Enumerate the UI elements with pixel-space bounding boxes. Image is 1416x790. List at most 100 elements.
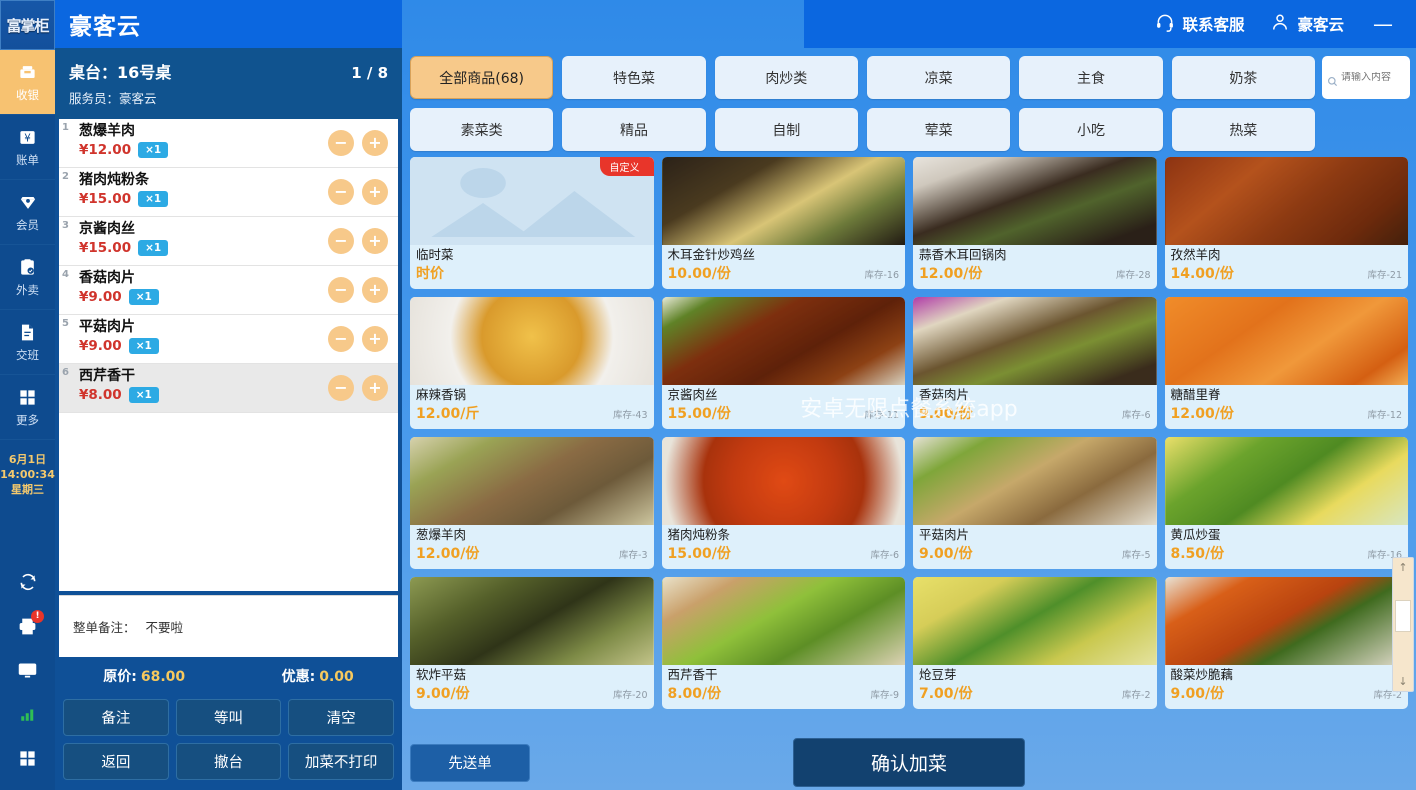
product-name: 孜然羊肉 [1170, 247, 1221, 262]
order-item-row[interactable]: 4 香菇肉片 ¥9.00 ×1 − + [59, 266, 398, 315]
order-item-row[interactable]: 1 葱爆羊肉 ¥12.00 ×1 − + [59, 119, 398, 168]
category-premium[interactable]: 精品 [562, 108, 706, 151]
rail-item-shift[interactable]: 交班 [0, 310, 55, 375]
back-button[interactable]: 返回 [63, 743, 169, 780]
rail-item-more[interactable]: 更多 [0, 375, 55, 440]
order-item-row[interactable]: 3 京酱肉丝 ¥15.00 ×1 − + [59, 217, 398, 266]
decrement-button[interactable]: − [328, 277, 354, 303]
order-item-row[interactable]: 5 平菇肉片 ¥9.00 ×1 − + [59, 315, 398, 364]
search-box[interactable] [1322, 56, 1410, 99]
rail-weekday: 星期三 [10, 483, 44, 496]
discount-value: 0.00 [319, 669, 354, 685]
refresh-sync-button[interactable] [0, 562, 55, 606]
refresh-sync-icon [18, 572, 38, 596]
category-milk-tea[interactable]: 奶茶 [1171, 56, 1315, 99]
product-card[interactable]: 黄瓜炒蛋 8.50/份 库存-16 [1164, 437, 1408, 569]
product-image [913, 577, 1157, 665]
monitor-button[interactable] [0, 650, 55, 694]
product-card[interactable]: 西芹香干 8.00/份 库存-9 [661, 577, 905, 709]
rail-item-bill[interactable]: ¥ 账单 [0, 115, 55, 180]
product-name: 西芹香干 [667, 667, 718, 682]
left-navigation-rail: 富掌柜 收银 ¥ 账单 会员 外卖 交班 更多 6月1日 14:00:34 星期… [0, 0, 55, 790]
product-image [1164, 437, 1408, 525]
rail-label-shift: 交班 [16, 348, 39, 362]
order-item-price: ¥8.00 [79, 387, 122, 403]
category-snack[interactable]: 小吃 [1019, 108, 1163, 151]
order-item-steppers: − + [328, 326, 388, 352]
remark-button[interactable]: 备注 [63, 699, 169, 736]
product-stock: 库存-16 [864, 270, 899, 281]
category-all[interactable]: 全部商品(68) [410, 56, 554, 99]
product-card[interactable]: 麻辣香锅 12.00/斤 库存-43 [410, 297, 654, 429]
rail-item-takeout[interactable]: 外卖 [0, 245, 55, 310]
increment-button[interactable]: + [362, 179, 388, 205]
product-card[interactable]: 葱爆羊肉 12.00/份 库存-3 [410, 437, 654, 569]
category-cold-dish[interactable]: 凉菜 [866, 56, 1011, 99]
clear-button[interactable]: 清空 [288, 699, 394, 736]
rail-item-member[interactable]: 会员 [0, 180, 55, 245]
increment-button[interactable]: + [362, 277, 388, 303]
contact-support-button[interactable]: 联系客服 [1155, 12, 1244, 36]
product-price: 8.50/份 [1170, 546, 1225, 562]
product-grid-scrollbar[interactable]: ↑ ↓ [1392, 557, 1414, 692]
decrement-button[interactable]: − [328, 228, 354, 254]
order-page-indicator[interactable]: 1 / 8 [351, 64, 388, 82]
user-account-button[interactable]: 豪客云 [1270, 12, 1344, 36]
order-item-row[interactable]: 2 猪肉炖粉条 ¥15.00 ×1 − + [59, 168, 398, 217]
category-meat-stirfry[interactable]: 肉炒类 [714, 56, 858, 99]
order-items-list[interactable]: 1 葱爆羊肉 ¥12.00 ×1 − + 2 猪肉炖粉条 ¥15.00 ×1 −… [59, 119, 398, 591]
signal-status-button[interactable] [0, 694, 55, 738]
decrement-button[interactable]: − [328, 326, 354, 352]
confirm-add-dish-button[interactable]: 确认加菜 [793, 738, 1025, 787]
product-card[interactable]: 木耳金针炒鸡丝 10.00/份 库存-16 [661, 157, 905, 289]
order-item-row[interactable]: 6 西芹香干 ¥8.00 ×1 − + [59, 364, 398, 413]
discount-label: 优惠: [281, 669, 316, 685]
decrement-button[interactable]: − [328, 375, 354, 401]
product-card[interactable]: 糖醋里脊 12.00/份 库存-12 [1164, 297, 1408, 429]
product-card[interactable]: 自定义 临时菜 时价 [410, 157, 654, 289]
product-card[interactable]: 蒜香木耳回锅肉 12.00/份 库存-28 [913, 157, 1157, 289]
printer-button[interactable]: ! [0, 606, 55, 650]
order-item-price: ¥15.00 [79, 191, 132, 207]
add-without-print-button[interactable]: 加菜不打印 [288, 743, 394, 780]
product-card[interactable]: 孜然羊肉 14.00/份 库存-21 [1164, 157, 1408, 289]
category-staple[interactable]: 主食 [1019, 56, 1163, 99]
scroll-up-arrow[interactable]: ↑ [1398, 558, 1407, 577]
rail-item-cashier[interactable]: 收银 [0, 50, 55, 115]
scrollbar-thumb[interactable] [1395, 600, 1411, 632]
search-input[interactable] [1341, 72, 1405, 83]
product-card[interactable]: 酸菜炒脆藕 9.00/份 库存-2 [1164, 577, 1408, 709]
category-meat[interactable]: 荤菜 [866, 108, 1011, 151]
increment-button[interactable]: + [362, 375, 388, 401]
minimize-button[interactable]: — [1370, 14, 1396, 34]
category-specialty[interactable]: 特色菜 [562, 56, 706, 99]
product-image [661, 437, 905, 525]
product-card[interactable]: 京酱肉丝 15.00/份 库存-11 [661, 297, 905, 429]
product-card[interactable]: 炝豆芽 7.00/份 库存-2 [913, 577, 1157, 709]
increment-button[interactable]: + [362, 228, 388, 254]
send-first-button[interactable]: 先送单 [410, 743, 530, 782]
product-card[interactable]: 软炸平菇 9.00/份 库存-20 [410, 577, 654, 709]
category-hot-dish[interactable]: 热菜 [1171, 108, 1315, 151]
wait-call-button[interactable]: 等叫 [175, 699, 282, 736]
product-price: 12.00/份 [1170, 406, 1234, 422]
product-card[interactable]: 猪肉炖粉条 15.00/份 库存-6 [661, 437, 905, 569]
product-card[interactable]: 香菇肉片 9.00/份 库存-6 [913, 297, 1157, 429]
apps-grid-button[interactable] [0, 738, 55, 782]
category-homemade[interactable]: 自制 [714, 108, 858, 151]
scroll-down-arrow[interactable]: ↓ [1398, 672, 1407, 691]
product-price: 12.00/斤 [416, 406, 480, 422]
product-card[interactable]: 平菇肉片 9.00/份 库存-5 [913, 437, 1157, 569]
remark-value: 不要啦 [145, 620, 184, 635]
category-vegetarian[interactable]: 素菜类 [410, 108, 554, 151]
order-item-index: 3 [62, 220, 69, 231]
order-item-qty: ×1 [128, 387, 159, 403]
order-remark[interactable]: 整单备注： 不要啦 [59, 595, 398, 657]
decrement-button[interactable]: − [328, 179, 354, 205]
product-image [661, 577, 905, 665]
product-price: 8.00/份 [667, 686, 722, 702]
decrement-button[interactable]: − [328, 130, 354, 156]
cancel-table-button[interactable]: 撤台 [175, 743, 282, 780]
increment-button[interactable]: + [362, 326, 388, 352]
increment-button[interactable]: + [362, 130, 388, 156]
